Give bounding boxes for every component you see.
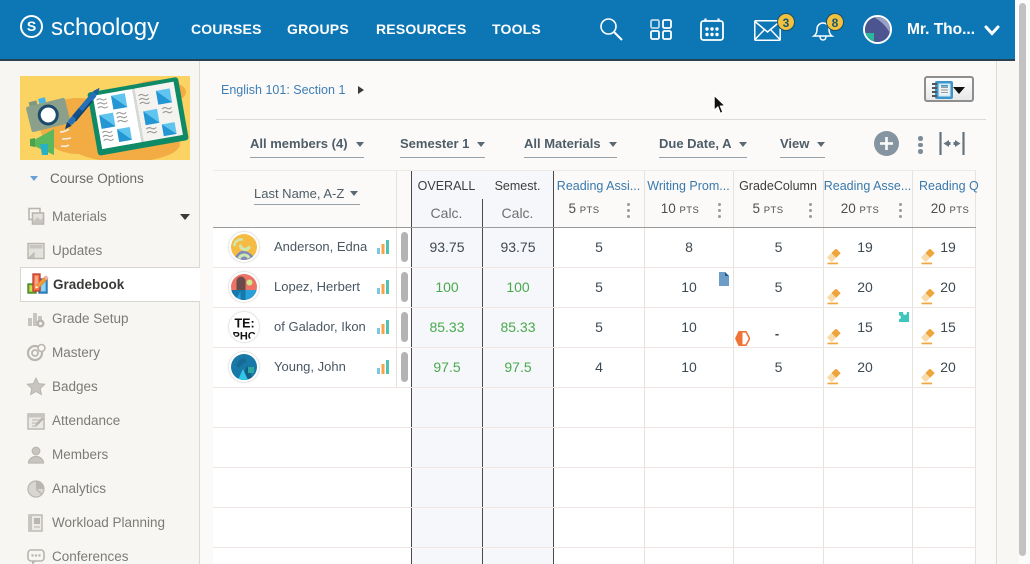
svg-text:TE:: TE:: [235, 317, 255, 331]
svg-text:PHC: PHC: [233, 331, 256, 341]
